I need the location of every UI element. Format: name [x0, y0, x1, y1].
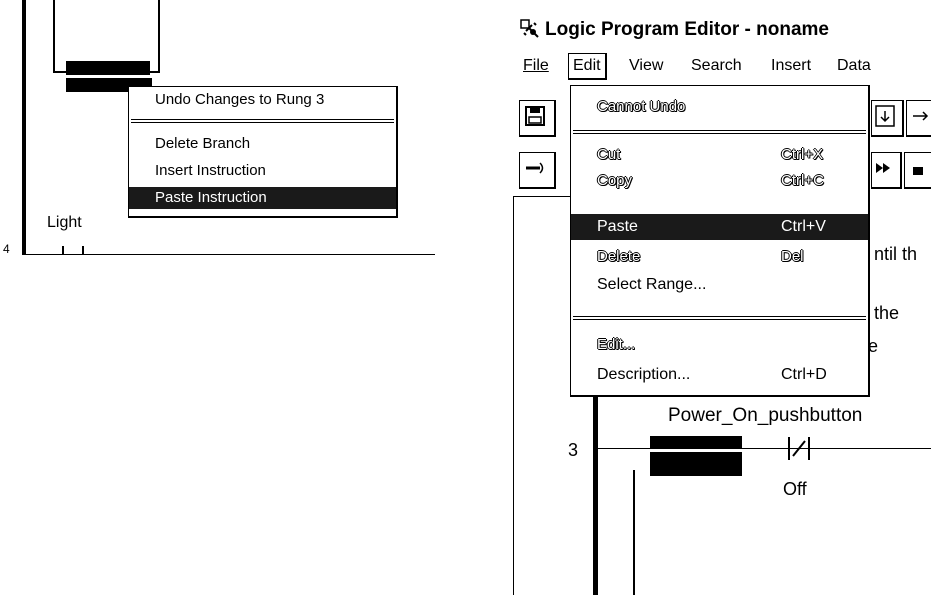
selected-instruction-block[interactable] [650, 452, 742, 476]
menu-item-label: Copy [597, 172, 633, 189]
branch-line [53, 0, 55, 72]
normally-closed-contact[interactable] [779, 434, 819, 464]
selected-instruction-block[interactable] [650, 436, 742, 449]
menu-item-label: Undo Changes to Rung 3 [155, 91, 325, 108]
import-button[interactable] [871, 100, 904, 137]
menu-item-shortcut: Ctrl+X [781, 146, 824, 163]
menu-item-label: Insert Instruction [155, 162, 266, 179]
fast-forward-icon [876, 163, 890, 173]
menu-item-edit[interactable]: Edit... [571, 334, 868, 356]
step-icon [526, 162, 544, 174]
fast-forward-button[interactable] [871, 152, 902, 189]
menu-edit[interactable]: Edit [568, 53, 607, 80]
menu-item-paste[interactable]: Paste Ctrl+V [571, 214, 868, 240]
menu-item-label: Cannot Undo [597, 98, 686, 115]
menu-item-copy[interactable]: Copy Ctrl+C [571, 170, 868, 192]
tag-name: Power_On_pushbutton [668, 405, 863, 426]
description-text: ntil th [874, 244, 918, 264]
menu-insert[interactable]: Insert [771, 56, 811, 76]
contact-left [62, 246, 64, 255]
menu-item-paste-instruction[interactable]: Paste Instruction [129, 187, 396, 209]
menu-item-label: Paste [597, 218, 638, 235]
menu-label: Edit [573, 57, 601, 74]
light-label: Light [47, 214, 82, 231]
save-button[interactable] [519, 100, 556, 137]
menu-label: View [629, 57, 664, 74]
workspace-border [513, 196, 573, 197]
menu-item-label: Delete [597, 248, 641, 265]
block-icon [913, 167, 923, 175]
menu-item-delete-branch[interactable]: Delete Branch [129, 133, 396, 155]
menu-data[interactable]: Data [837, 56, 871, 76]
menu-label: Search [691, 57, 742, 74]
branch-line [633, 448, 650, 449]
arrow-icon [913, 111, 929, 121]
step-button[interactable] [519, 152, 556, 189]
menu-item-label: Select Range... [597, 276, 707, 293]
context-menu: Undo Changes to Rung 3 Delete Branch Ins… [128, 86, 398, 218]
left-power-rail [22, 0, 26, 255]
rung-number: 4 [3, 242, 10, 255]
menu-separator [573, 130, 866, 134]
contact-right [82, 246, 84, 255]
menu-item-description[interactable]: Description... Ctrl+D [571, 364, 868, 386]
menu-item-shortcut: Ctrl+C [781, 172, 824, 189]
import-icon [875, 105, 895, 127]
window-title: Logic Program Editor - noname [545, 19, 829, 40]
menu-search[interactable]: Search [691, 56, 742, 76]
arrow-button[interactable] [906, 100, 931, 137]
menu-item-shortcut: Del [781, 248, 804, 265]
workspace-border [513, 196, 514, 595]
menu-label: Insert [771, 57, 812, 74]
menu-item-label: Delete Branch [155, 135, 251, 152]
menu-item-undo[interactable]: Undo Changes to Rung 3 [129, 89, 396, 111]
menu-item-label: Cut [597, 146, 621, 163]
contact-state-label: Off [783, 479, 807, 499]
menu-item-shortcut: Ctrl+D [781, 366, 827, 383]
menu-item-cannot-undo[interactable]: Cannot Undo [571, 96, 868, 118]
app-icon [520, 19, 539, 38]
rung-line [26, 254, 435, 255]
menu-item-label: Edit... [597, 336, 636, 353]
menu-label: File [523, 57, 549, 74]
toolbar-button[interactable] [904, 152, 931, 189]
menu-label: Data [837, 57, 871, 74]
menu-item-label: Description... [597, 366, 691, 383]
branch-line [633, 470, 635, 595]
menu-item-label: Paste Instruction [155, 189, 267, 206]
menu-separator [573, 316, 866, 320]
branch-line [158, 0, 160, 72]
menu-file[interactable]: File [523, 56, 549, 76]
menu-item-cut[interactable]: Cut Ctrl+X [571, 144, 868, 166]
menu-view[interactable]: View [629, 56, 663, 76]
menu-separator [131, 119, 394, 123]
menu-item-select-range[interactable]: Select Range... [571, 274, 868, 296]
edit-menu-dropdown: Cannot Undo Cut Ctrl+X Copy Ctrl+C Paste… [570, 85, 870, 397]
menu-item-insert-instruction[interactable]: Insert Instruction [129, 160, 396, 182]
description-text: the [874, 303, 900, 323]
power-rail [593, 395, 598, 595]
menu-item-shortcut: Ctrl+V [781, 218, 826, 235]
title-bar: Logic Program Editor - noname [515, 14, 931, 46]
menu-item-delete[interactable]: Delete Del [571, 246, 868, 268]
save-icon [525, 106, 545, 126]
branch-selection-block[interactable] [66, 61, 150, 75]
rung-number: 3 [568, 440, 579, 460]
